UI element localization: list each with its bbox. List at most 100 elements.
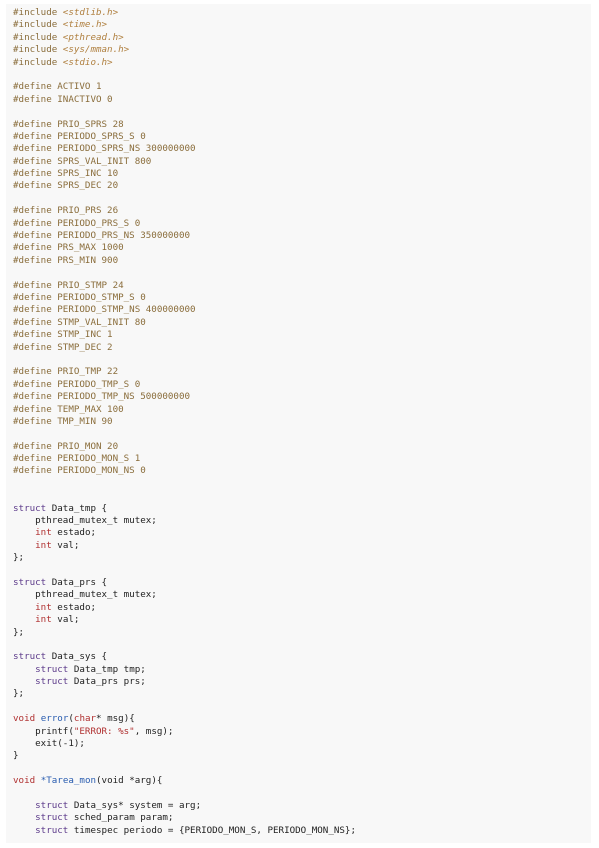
code-token: struct <box>13 502 47 514</box>
code-token: struct <box>13 576 47 588</box>
code-line: #define PERIODO_TMP_NS 500000000 <box>13 391 591 403</box>
code-line: exit(-1); <box>13 738 591 750</box>
code-token: struct <box>13 651 47 663</box>
code-line: void error(char* msg){ <box>13 713 591 725</box>
code-token: <time.h> <box>62 19 108 31</box>
code-token: #define TEMP_MAX 100 <box>13 403 124 415</box>
code-line: struct Data_sys* system = arg; <box>13 800 591 812</box>
code-line: #define STMP_INC 1 <box>13 329 591 341</box>
code-token: (void *arg){ <box>96 775 163 787</box>
code-token: exit(-1); <box>13 738 85 750</box>
code-token: #define PERIODO_STMP_S 0 <box>13 291 146 303</box>
code-token: } <box>13 750 19 762</box>
code-line: #define PRIO_TMP 22 <box>13 366 591 378</box>
code-line: int val; <box>13 540 591 552</box>
code-line: #define PERIODO_PRS_NS 350000000 <box>13 230 591 242</box>
code-line: #define PERIODO_TMP_S 0 <box>13 379 591 391</box>
code-token: #define PERIODO_TMP_NS 500000000 <box>13 391 191 403</box>
code-token: #define PRIO_MON 20 <box>13 440 119 452</box>
code-token: <stdlib.h> <box>62 7 119 18</box>
code-token: Data_sys { <box>46 651 108 663</box>
code-token: * msg){ <box>96 713 135 725</box>
code-token: int <box>35 527 52 539</box>
code-token: int <box>35 614 52 626</box>
code-line: #define SPRS_VAL_INIT 800 <box>13 156 591 168</box>
code-token: val; <box>51 614 80 626</box>
code-token: #include <box>13 31 63 43</box>
code-token: error <box>40 713 69 725</box>
code-token: #define STMP_VAL_INIT 80 <box>13 316 146 328</box>
code-line: struct Data_prs prs; <box>13 676 591 688</box>
code-line: #define STMP_DEC 2 <box>13 342 591 354</box>
code-line: #include <stdio.h> <box>13 57 591 69</box>
code-token: #define STMP_INC 1 <box>13 329 113 341</box>
code-editor[interactable]: #include <stdlib.h> #include <time.h> #inc… <box>6 4 591 843</box>
code-line: #define PRS_MIN 900 <box>13 255 591 267</box>
code-token: Data_prs prs; <box>68 676 146 688</box>
code-line: #define SPRS_DEC 20 <box>13 180 591 192</box>
code-token: <sys/mman.h> <box>62 44 130 56</box>
code-token: #define PERIODO_SPRS_NS 300000000 <box>13 143 196 155</box>
code-line: #include <time.h> <box>13 19 591 31</box>
code-line: #define SPRS_INC 10 <box>13 168 591 180</box>
code-token: pthread_mutex_t mutex; <box>13 515 157 527</box>
code-line: struct timespec periodo = {PERIODO_MON_S… <box>13 825 591 837</box>
code-line: int estado; <box>13 602 591 614</box>
code-line: #define PERIODO_PRS_S 0 <box>13 218 591 230</box>
code-line: struct Data_tmp { <box>13 503 591 515</box>
code-token: struct <box>35 824 69 836</box>
code-line: }; <box>13 552 591 564</box>
code-token: #define PERIODO_MON_S 1 <box>13 453 141 465</box>
code-line: pthread_mutex_t mutex; <box>13 515 591 527</box>
code-token: #define PERIODO_STMP_NS 400000000 <box>13 304 196 316</box>
code-line: int val; <box>13 614 591 626</box>
code-line: }; <box>13 688 591 700</box>
code-token: #define SPRS_INC 10 <box>13 168 119 180</box>
code-token: #define PRIO_STMP 24 <box>13 279 124 291</box>
code-token: <pthread.h> <box>62 31 124 43</box>
code-token: Data_tmp { <box>46 502 108 514</box>
code-token: #define PRIO_SPRS 28 <box>13 118 124 130</box>
code-token: sched_param param; <box>68 812 174 824</box>
code-token: #define SPRS_DEC 20 <box>13 180 119 192</box>
code-token: #define PERIODO_PRS_S 0 <box>13 217 141 229</box>
code-token: Data_prs { <box>46 576 108 588</box>
code-token: }; <box>13 626 25 638</box>
code-line: int estado; <box>13 527 591 539</box>
code-line: struct sched_param param; <box>13 812 591 824</box>
code-line: #define STMP_VAL_INIT 80 <box>13 317 591 329</box>
code-token: *Tarea_mon <box>40 775 97 787</box>
code-line: #define ACTIVO 1 <box>13 81 591 93</box>
code-line: #include <sys/mman.h> <box>13 44 591 56</box>
code-token: int <box>35 601 52 613</box>
code-line: void *Tarea_mon(void *arg){ <box>13 775 591 787</box>
code-token: struct <box>35 812 69 824</box>
code-line: #define TEMP_MAX 100 <box>13 404 591 416</box>
code-line: struct Data_sys { <box>13 651 591 663</box>
code-token: #define PERIODO_PRS_NS 350000000 <box>13 230 191 242</box>
code-token: #include <box>13 7 63 18</box>
code-line: #define PRIO_SPRS 28 <box>13 119 591 131</box>
code-token: #define SPRS_VAL_INIT 800 <box>13 155 152 167</box>
code-line: #include <pthread.h> <box>13 32 591 44</box>
code-token: struct <box>35 676 69 688</box>
code-token: timespec periodo = {PERIODO_MON_S, PERIO… <box>68 824 356 836</box>
code-token: }; <box>13 688 25 700</box>
code-token: <stdio.h> <box>62 56 113 68</box>
code-line: struct Data_prs { <box>13 577 591 589</box>
